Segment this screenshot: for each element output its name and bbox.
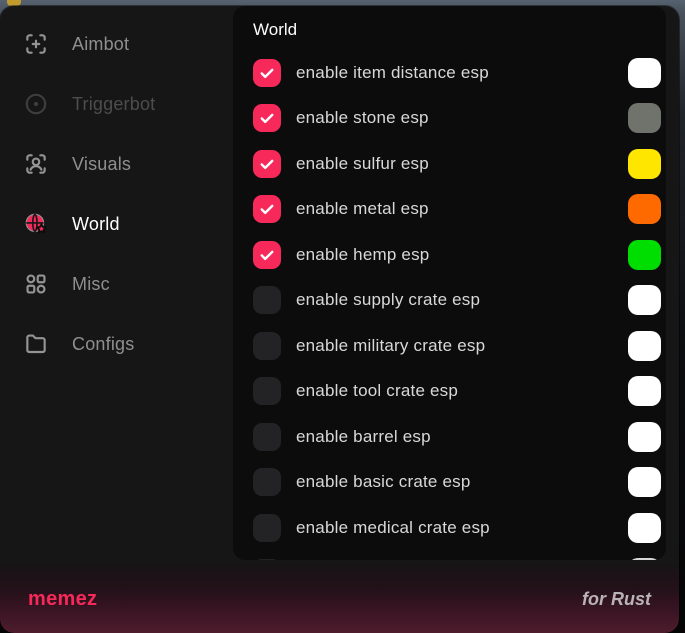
esp-checkbox[interactable] — [253, 514, 281, 542]
sidebar-item-misc[interactable]: Misc — [0, 254, 233, 314]
esp-color-swatch[interactable] — [628, 422, 661, 452]
esp-checkbox[interactable] — [253, 286, 281, 314]
sidebar-item-triggerbot[interactable]: Triggerbot — [0, 74, 233, 134]
esp-checkbox[interactable] — [253, 377, 281, 405]
esp-checkbox[interactable] — [253, 468, 281, 496]
esp-row: enable hemp esp — [253, 232, 666, 278]
sidebar-item-configs[interactable]: Configs — [0, 314, 233, 374]
esp-row-label: enable hemp esp — [296, 245, 429, 265]
esp-checkbox[interactable] — [253, 332, 281, 360]
sidebar: Aimbot Triggerbot Visuals — [0, 6, 233, 566]
esp-color-swatch[interactable] — [628, 331, 661, 361]
esp-row: enable barrel esp — [253, 414, 666, 460]
esp-row-label: enable tool crate esp — [296, 381, 458, 401]
sidebar-item-aimbot[interactable]: Aimbot — [0, 14, 233, 74]
user-scan-icon — [23, 151, 49, 177]
esp-row: enable military crate esp — [253, 323, 666, 369]
esp-color-swatch[interactable] — [628, 194, 661, 224]
esp-color-swatch[interactable] — [628, 513, 661, 543]
esp-row-label: enable item distance esp — [296, 63, 489, 83]
circle-dot-icon — [23, 91, 49, 117]
check-icon — [258, 155, 276, 173]
sidebar-item-label: Aimbot — [72, 34, 129, 55]
crosshair-plus-icon — [23, 31, 49, 57]
esp-checkbox[interactable] — [253, 59, 281, 87]
esp-row: enable medical crate esp — [253, 505, 666, 551]
esp-row: enable sulfur esp — [253, 141, 666, 187]
globe-star-icon — [23, 211, 49, 237]
folder-icon — [23, 331, 49, 357]
check-icon — [258, 64, 276, 82]
esp-color-swatch[interactable] — [628, 376, 661, 406]
esp-checkbox[interactable] — [253, 104, 281, 132]
brand-name: memez — [28, 588, 97, 611]
world-settings-panel: World enable item distance esp enable st… — [233, 6, 666, 560]
esp-checkbox[interactable] — [253, 423, 281, 451]
shapes-grid-icon — [23, 271, 49, 297]
esp-row-label: enable supply crate esp — [296, 290, 480, 310]
esp-color-swatch[interactable] — [628, 285, 661, 315]
footer-bar: memez for Rust — [0, 566, 679, 633]
sidebar-item-world[interactable]: World — [0, 194, 233, 254]
cheat-menu-window: Aimbot Triggerbot Visuals — [0, 6, 679, 633]
esp-row-label: enable sulfur esp — [296, 154, 429, 174]
esp-color-swatch[interactable] — [628, 149, 661, 179]
esp-row-label: enable medical crate esp — [296, 518, 490, 538]
check-icon — [258, 200, 276, 218]
esp-color-swatch[interactable] — [628, 103, 661, 133]
esp-checkbox[interactable] — [253, 559, 281, 560]
esp-row: enable supply crate esp — [253, 278, 666, 324]
esp-row: enable basic crate esp — [253, 460, 666, 506]
esp-row-label: enable metal esp — [296, 199, 429, 219]
sidebar-item-label: World — [72, 214, 120, 235]
sidebar-item-label: Visuals — [72, 154, 131, 175]
sidebar-item-visuals[interactable]: Visuals — [0, 134, 233, 194]
sidebar-item-label: Misc — [72, 274, 110, 295]
esp-row-label: enable barrel esp — [296, 427, 431, 447]
esp-checkbox[interactable] — [253, 150, 281, 178]
esp-row-label: enable stone esp — [296, 108, 429, 128]
esp-color-swatch[interactable] — [628, 467, 661, 497]
esp-row: enable stone esp — [253, 96, 666, 142]
panel-title: World — [253, 20, 666, 40]
esp-color-swatch[interactable] — [628, 58, 661, 88]
esp-row-label: enable military crate esp — [296, 336, 485, 356]
esp-row: enable metal esp — [253, 187, 666, 233]
esp-color-swatch[interactable] — [628, 240, 661, 270]
check-icon — [258, 109, 276, 127]
esp-row: enable item distance esp — [253, 50, 666, 96]
esp-option-list: enable item distance esp enable stone es… — [253, 50, 666, 560]
esp-row: enable tool crate esp — [253, 369, 666, 415]
esp-checkbox[interactable] — [253, 241, 281, 269]
check-icon — [258, 246, 276, 264]
esp-row — [253, 551, 666, 561]
esp-checkbox[interactable] — [253, 195, 281, 223]
brand-tagline: for Rust — [582, 589, 651, 610]
sidebar-item-label: Configs — [72, 334, 134, 355]
esp-row-label: enable basic crate esp — [296, 472, 471, 492]
sidebar-item-label: Triggerbot — [72, 94, 155, 115]
esp-color-swatch[interactable] — [628, 558, 661, 560]
